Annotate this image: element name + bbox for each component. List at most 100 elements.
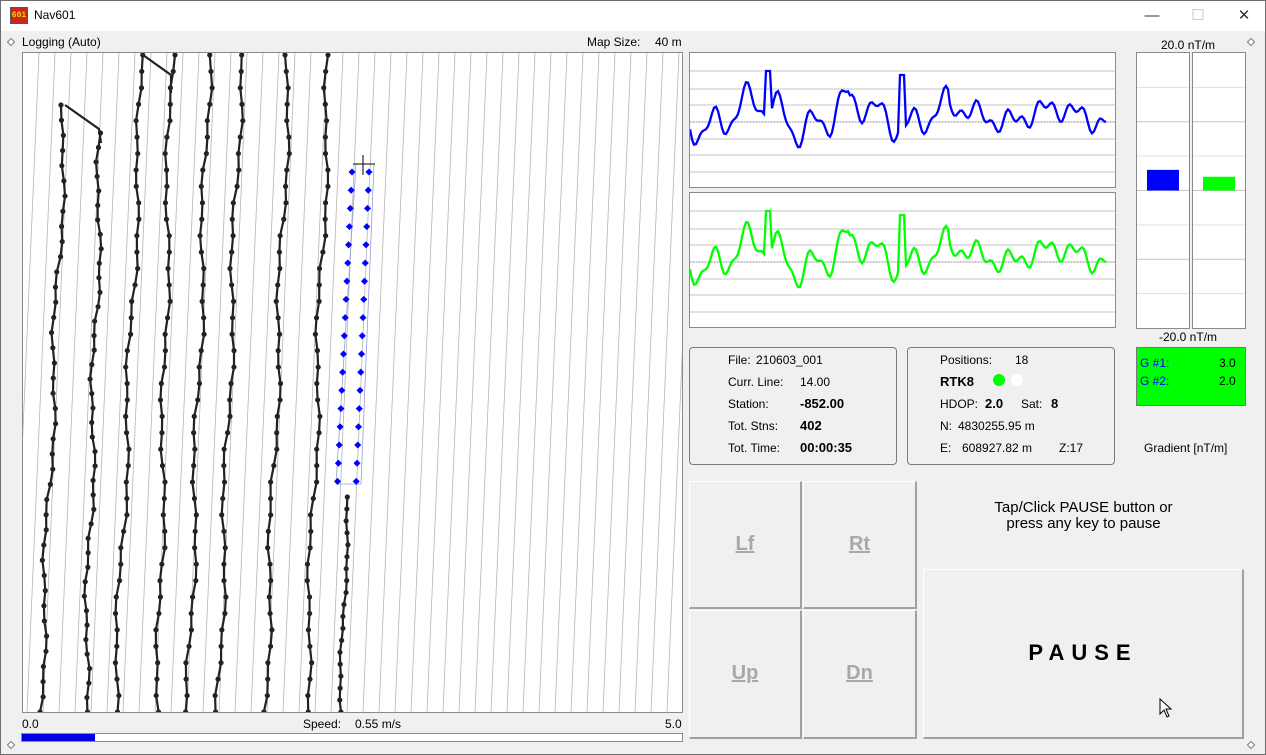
track-station-point [135, 101, 142, 107]
track-station-point [39, 557, 45, 563]
track-station-point [153, 692, 159, 699]
track-station-point [192, 446, 198, 452]
northing-label: N: [940, 419, 952, 433]
track-station-point [167, 101, 173, 107]
speed-label: Speed: [303, 717, 342, 731]
track-station-point [84, 622, 90, 628]
track-station-point [208, 68, 214, 75]
pause-button[interactable]: PAUSE [923, 569, 1244, 739]
track-station-point [166, 233, 172, 239]
sensor2-reading-point [358, 332, 366, 340]
track-station-point [282, 53, 288, 58]
track-station-point [197, 233, 203, 239]
close-button[interactable]: ✕ [1221, 1, 1266, 31]
track-station-point [112, 660, 119, 666]
track-station-point [136, 216, 142, 222]
track-station-point [304, 578, 310, 584]
down-button[interactable]: Dn [803, 610, 917, 739]
track-station-point [212, 692, 218, 699]
track-station-point [172, 53, 178, 58]
track-station-point [41, 572, 47, 579]
track-station-point [277, 380, 284, 387]
track-station-point [305, 692, 311, 699]
track-station-point [273, 298, 279, 304]
sensor2-reading-point [360, 295, 368, 303]
survey-map[interactable] [22, 52, 683, 713]
track-station-point [265, 660, 271, 666]
track-station-point [42, 588, 48, 594]
track-station-point [49, 451, 55, 457]
pause-hint-line2: press any key to pause [1006, 515, 1161, 532]
survey-guide-line [634, 53, 664, 712]
track-station-point [199, 298, 205, 304]
speed-value: 0.55 m/s [355, 717, 402, 731]
maximize-button[interactable]: ☐ [1175, 1, 1221, 31]
track-station-point [325, 183, 331, 189]
survey-guide-line [362, 53, 392, 712]
survey-map-canvas[interactable] [23, 53, 682, 712]
track-station-point [114, 627, 120, 633]
gradient-1-trace-panel [689, 52, 1116, 188]
track-station-point [284, 167, 290, 173]
track-station-point [184, 692, 190, 699]
track-station-point [314, 380, 320, 387]
mouse-cursor-icon [1159, 698, 1173, 718]
track-station-point [227, 413, 233, 419]
track-station-point [160, 512, 166, 518]
track-station-point [189, 479, 196, 485]
right-button[interactable]: Rt [803, 481, 917, 609]
track-station-point [153, 643, 159, 649]
track-station-point [315, 397, 321, 403]
up-button[interactable]: Up [689, 610, 802, 739]
track-station-point [307, 676, 313, 682]
track-station-point [271, 463, 277, 469]
track-station-point [162, 150, 168, 157]
sensor2-reading-point [359, 314, 367, 322]
track-station-point [204, 134, 211, 140]
track-station-point [158, 446, 164, 452]
track-station-point [162, 528, 168, 534]
tot-stns-value: 402 [800, 418, 822, 433]
track-station-point [267, 561, 273, 567]
title-bar[interactable]: 601 Nav601 — ☐ ✕ [1, 1, 1265, 31]
minimize-button[interactable]: — [1129, 1, 1175, 31]
track-station-point [162, 348, 168, 354]
survey-guide-line [426, 53, 456, 712]
sensor1-reading-point [334, 459, 342, 467]
track-station-point [313, 315, 320, 321]
track-station-point [199, 200, 206, 206]
track-station-point [135, 265, 141, 272]
track-station-point [58, 117, 65, 123]
app-window: 601 Nav601 — ☐ ✕ Logging (Auto) Map Size… [0, 0, 1266, 755]
track-station-point [219, 627, 225, 633]
track-station-point [153, 627, 159, 633]
sensor2-reading-point [356, 386, 364, 394]
track-station-point [86, 680, 92, 686]
track-station-point [84, 651, 90, 657]
track-station-point [47, 481, 53, 487]
track-station-point [91, 333, 97, 339]
track-station-point [96, 188, 102, 194]
track-station-point [191, 495, 198, 502]
track-station-point [345, 542, 351, 548]
track-station-point [323, 118, 330, 124]
track-station-point [269, 627, 275, 633]
track-station-point [316, 430, 322, 436]
sensor2-reading-point [362, 241, 370, 249]
sensor2-reading-point [363, 204, 372, 212]
track-station-point [124, 380, 130, 387]
track-station-point [219, 512, 225, 518]
gradient-1-meter [1136, 52, 1190, 329]
gradient-2-trace [690, 209, 1115, 313]
sat-value: 8 [1051, 396, 1059, 411]
track-station-point [275, 348, 281, 354]
track-station-point [306, 594, 313, 600]
left-button[interactable]: Lf [689, 481, 802, 609]
track-station-point [275, 315, 281, 321]
curr-line-value: 14.00 [800, 375, 831, 389]
sensor2-reading-point [354, 423, 363, 431]
track-station-point [234, 183, 240, 189]
survey-guide-line [538, 53, 568, 712]
track-station-point [276, 331, 283, 337]
tot-time-label: Tot. Time: [728, 441, 781, 455]
